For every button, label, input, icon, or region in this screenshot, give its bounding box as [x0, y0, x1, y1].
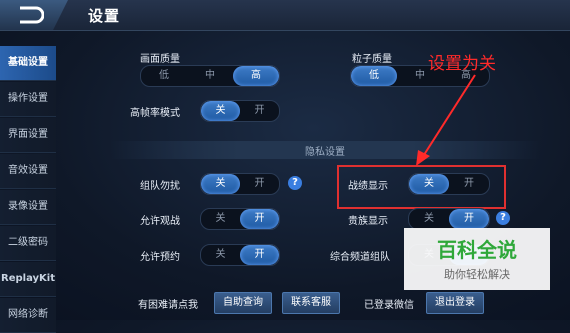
channel-team-label: 综合频道组队 — [330, 252, 390, 263]
sidebar-item-password[interactable]: 二级密码 — [0, 226, 56, 261]
particle-low[interactable]: 低 — [351, 66, 397, 86]
highlight-box — [337, 165, 506, 209]
page-title: 设置 — [88, 7, 121, 25]
allow-booking-on[interactable]: 开 — [240, 245, 279, 265]
allow-spectate-off[interactable]: 关 — [201, 209, 240, 229]
allow-booking-off[interactable]: 关 — [201, 245, 240, 265]
quality-mid[interactable]: 中 — [187, 66, 233, 86]
hfr-on[interactable]: 开 — [240, 101, 279, 121]
allow-spectate-on[interactable]: 开 — [240, 209, 279, 229]
allow-spectate-toggle[interactable]: 关 开 — [200, 208, 280, 230]
noble-display-off[interactable]: 关 — [409, 209, 449, 229]
watermark: 百科全说 助你轻松解决 — [404, 228, 550, 290]
sidebar-item-interface[interactable]: 界面设置 — [0, 118, 56, 153]
quality-label: 画面质量 — [140, 54, 180, 65]
watermark-subtitle: 助你轻松解决 — [444, 268, 510, 281]
sidebar-item-control[interactable]: 操作设置 — [0, 82, 56, 117]
annotation-arrow-icon — [416, 74, 476, 166]
hfr-toggle[interactable]: 关 开 — [200, 100, 280, 122]
team-dnd-off[interactable]: 关 — [201, 174, 240, 194]
particle-label: 粒子质量 — [352, 54, 392, 65]
sidebar-item-network[interactable]: 网络诊断 — [0, 298, 56, 333]
quality-selector[interactable]: 低 中 高 — [140, 65, 280, 87]
team-dnd-help-icon[interactable]: ? — [288, 176, 302, 190]
allow-spectate-label: 允许观战 — [140, 216, 180, 227]
noble-display-label: 贵族显示 — [348, 216, 388, 227]
team-dnd-on[interactable]: 开 — [240, 174, 279, 194]
quality-high[interactable]: 高 — [233, 66, 279, 86]
sidebar-item-sound[interactable]: 音效设置 — [0, 154, 56, 189]
noble-display-toggle[interactable]: 关 开 — [408, 208, 490, 230]
sidebar-item-replaykit[interactable]: ReplayKit — [0, 262, 56, 297]
hfr-label: 高帧率模式 — [130, 108, 180, 119]
self-help-button[interactable]: 自助查询 — [214, 292, 272, 314]
sidebar-item-basic[interactable]: 基础设置 — [0, 46, 56, 81]
help-prompt-text: 有困难请点我 — [138, 300, 198, 311]
back-arrow-icon — [20, 6, 44, 24]
allow-booking-label: 允许预约 — [140, 252, 180, 263]
noble-display-help-icon[interactable]: ? — [496, 211, 510, 225]
wechat-status-text: 已登录微信 — [364, 300, 414, 311]
watermark-title: 百科全说 — [437, 238, 517, 262]
noble-display-on[interactable]: 开 — [449, 209, 489, 229]
sidebar-item-replay[interactable]: 录像设置 — [0, 190, 56, 225]
sidebar: 基础设置 操作设置 界面设置 音效设置 录像设置 二级密码 ReplayKit … — [0, 36, 56, 333]
hfr-off[interactable]: 关 — [201, 101, 240, 121]
top-bar — [0, 0, 570, 31]
contact-support-button[interactable]: 联系客服 — [282, 292, 340, 314]
quality-low[interactable]: 低 — [141, 66, 187, 86]
logout-button[interactable]: 退出登录 — [426, 292, 484, 314]
team-dnd-toggle[interactable]: 关 开 — [200, 173, 280, 195]
allow-booking-toggle[interactable]: 关 开 — [200, 244, 280, 266]
team-dnd-label: 组队勿扰 — [140, 181, 180, 192]
